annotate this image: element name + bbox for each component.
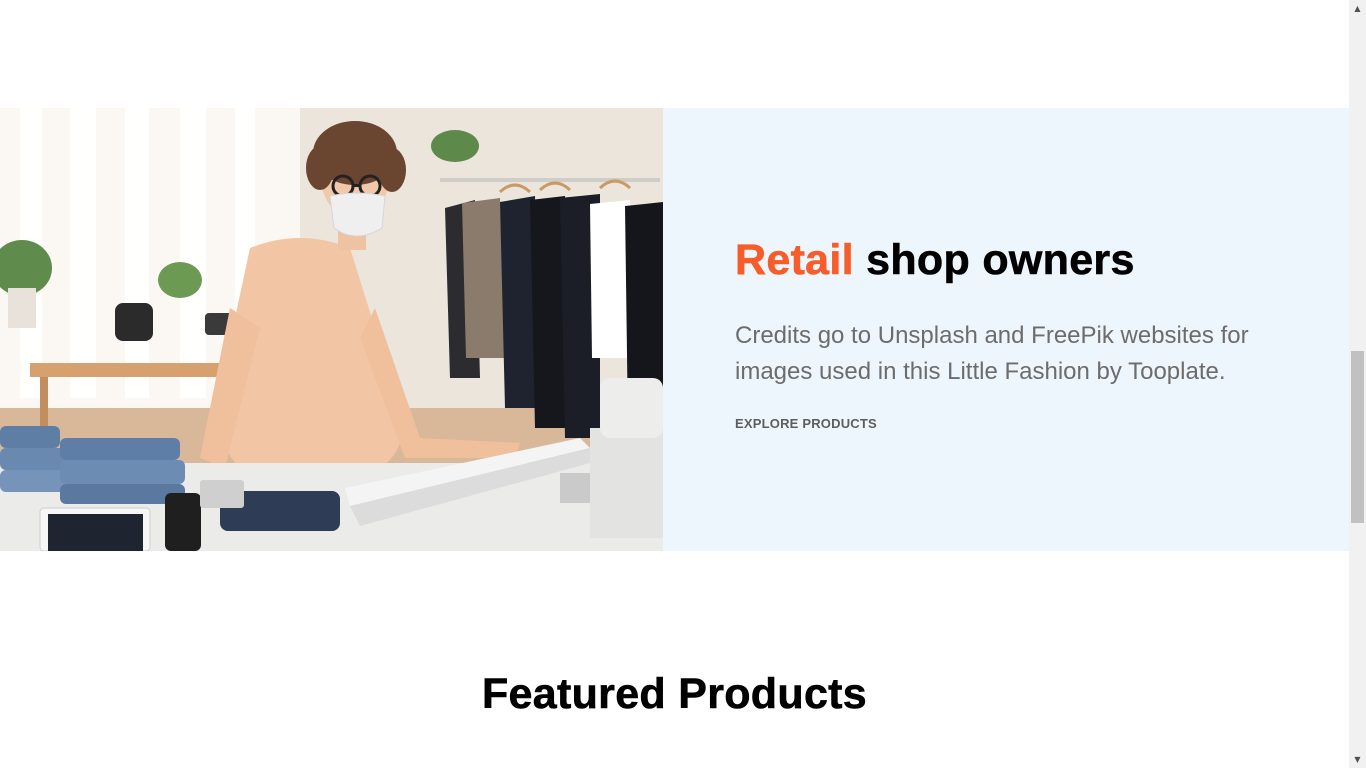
shop-owner-illustration [0,108,663,551]
explore-products-link[interactable]: EXPLORE PRODUCTS [735,416,877,431]
hero-title: Retail shop owners [735,234,1349,286]
hero-title-rest: shop owners [853,236,1135,285]
hero-section: Retail shop owners Credits go to Unsplas… [0,108,1349,551]
hero-text-panel: Retail shop owners Credits go to Unsplas… [663,108,1349,551]
hero-title-accent: Retail [735,236,854,285]
hero-description: Credits go to Unsplash and FreePik websi… [735,322,1249,385]
triangle-up-icon[interactable]: ▲ [1349,0,1366,17]
page: Retail shop owners Credits go to Unsplas… [0,0,1349,768]
scrollbar-thumb[interactable] [1351,351,1364,523]
hero-image [0,108,663,551]
triangle-down-icon[interactable]: ▼ [1349,751,1366,768]
featured-products-heading: Featured Products [481,670,867,719]
vertical-scrollbar[interactable]: ▲ ▼ [1349,0,1366,768]
